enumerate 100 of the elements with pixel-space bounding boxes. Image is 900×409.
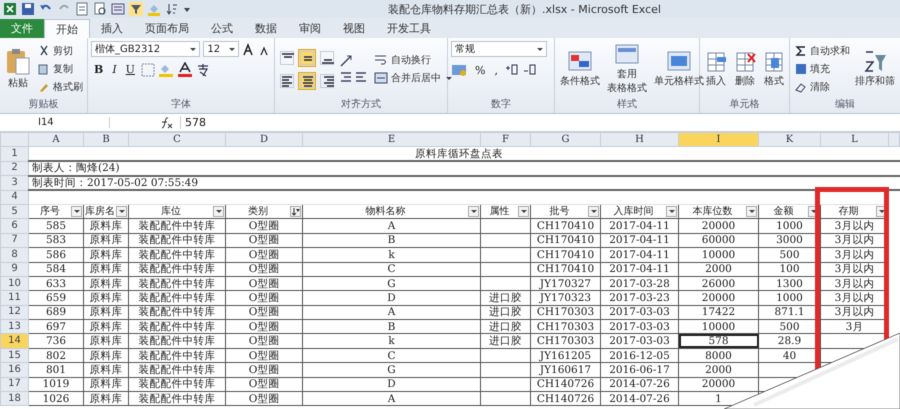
font-size-field[interactable]: 12 — [203, 41, 240, 57]
ribbon-tab[interactable]: 开发工具 — [376, 19, 442, 38]
table-cell: k — [302, 334, 480, 348]
table-cell: O型圈 — [226, 392, 302, 406]
row-header[interactable]: 6 — [0, 218, 28, 234]
editing-button[interactable]: 填充 — [793, 61, 852, 77]
table-cell: CH170410 — [530, 262, 600, 276]
row-header[interactable]: 4 — [0, 190, 28, 204]
column-header: 属性 — [490, 206, 510, 218]
row-header[interactable]: 11 — [0, 290, 28, 306]
table-cell: C — [302, 262, 480, 276]
merge-center-button[interactable]: 合并后居中 — [372, 70, 454, 86]
column-letter[interactable]: A — [28, 132, 84, 147]
table-cell: 装配配件中转库 — [128, 320, 226, 334]
editing-button[interactable]: 自动求和 — [793, 43, 852, 59]
file-tab[interactable]: 文件 — [0, 19, 44, 38]
paste-button[interactable]: 粘贴 — [3, 47, 33, 91]
row-header[interactable]: 8 — [0, 248, 28, 262]
ribbon-tab[interactable]: 页面布局 — [134, 19, 200, 38]
group-label: 字体 — [171, 98, 191, 112]
cells-button[interactable]: 删除 — [732, 49, 758, 89]
formula-field[interactable]: 578 — [180, 116, 900, 129]
column-header: 本库位数 — [692, 206, 732, 218]
row-header[interactable]: 3 — [0, 176, 28, 190]
style-button[interactable]: 条件格式 — [558, 49, 602, 89]
row-header[interactable]: 13 — [0, 320, 28, 334]
column-letter[interactable]: F — [480, 132, 530, 147]
table-cell: 2017-03-28 — [600, 276, 678, 291]
info-text: 制表人：陶烽(24) — [32, 162, 120, 174]
table-cell: 2016-06-17 — [600, 362, 678, 378]
table-cell: 原料库 — [84, 334, 128, 348]
editing-button[interactable]: 清除 — [793, 79, 852, 95]
column-header: 库位 — [161, 206, 181, 218]
underline-button[interactable]: U — [122, 63, 138, 76]
column-letter[interactable]: K — [758, 132, 820, 147]
clipboard-button[interactable]: 复制 — [36, 61, 85, 77]
column-letter[interactable]: I — [678, 132, 758, 147]
column-letter[interactable]: D — [226, 132, 302, 147]
row-header[interactable]: 12 — [0, 305, 28, 320]
number-format-field[interactable]: 常规 — [451, 41, 547, 57]
table-cell: D — [302, 290, 480, 306]
table-cell: 2000 — [678, 262, 758, 276]
bold-button[interactable]: B — [91, 63, 106, 76]
row-header[interactable]: 17 — [0, 377, 28, 392]
row-header[interactable]: 2 — [0, 161, 28, 176]
table-cell: 原料库 — [84, 348, 128, 363]
row-header[interactable]: 10 — [0, 276, 28, 291]
row-header[interactable]: 7 — [0, 233, 28, 248]
group-label: 对齐方式 — [341, 98, 381, 112]
table-cell: JY170323 — [530, 290, 600, 306]
table-cell: 2017-03-03 — [600, 320, 678, 334]
column-letter[interactable]: E — [302, 132, 480, 147]
table-cell: 2017-03-03 — [600, 305, 678, 320]
ribbon-tab[interactable]: 插入 — [90, 19, 134, 38]
table-cell: 原料库 — [84, 320, 128, 334]
wrap-text-button[interactable]: 自动换行 — [372, 52, 454, 68]
table-cell: 原料库 — [84, 276, 128, 291]
column-letter[interactable]: B — [84, 132, 128, 147]
table-cell: CH170303 — [530, 305, 600, 320]
table-cell: 2017-04-11 — [600, 218, 678, 234]
cells-button[interactable]: 插入 — [703, 49, 729, 89]
table-cell: 586 — [28, 248, 84, 262]
row-header[interactable]: 16 — [0, 362, 28, 378]
ribbon-tab[interactable]: 审阅 — [288, 19, 332, 38]
clipboard-button[interactable]: 剪切 — [36, 43, 85, 59]
column-letter[interactable]: H — [600, 132, 678, 147]
window-title: 装配仓库物料存期汇总表（新）.xlsx - Microsoft Excel — [388, 2, 661, 17]
table-cell: O型圈 — [226, 233, 302, 248]
row-header[interactable]: 14 — [0, 334, 28, 348]
ribbon-tab[interactable]: 视图 — [332, 19, 376, 38]
italic-button[interactable]: I — [109, 63, 120, 76]
column-letter[interactable]: G — [530, 132, 600, 147]
percent-button[interactable]: % — [472, 64, 488, 76]
style-button[interactable]: 单元格样式 — [652, 49, 706, 89]
row-header[interactable]: 5 — [0, 204, 28, 219]
table-cell: 进口胶 — [480, 290, 530, 306]
ribbon-tab[interactable]: 公式 — [200, 19, 244, 38]
table-cell: 2017-03-03 — [600, 334, 678, 348]
name-box[interactable]: I14 — [0, 117, 110, 128]
clipboard-button[interactable]: 格式刷 — [36, 79, 85, 95]
ribbon-tab[interactable]: 开始 — [44, 19, 90, 38]
table-cell: 装配配件中转库 — [128, 334, 226, 348]
comma-button[interactable]: , — [491, 64, 501, 76]
table-cell: O型圈 — [226, 248, 302, 262]
font-family-field[interactable]: 楷体_GB2312 — [91, 41, 200, 57]
table-cell: 装配配件中转库 — [128, 305, 226, 320]
table-cell: 装配配件中转库 — [128, 262, 226, 276]
table-cell: O型圈 — [226, 362, 302, 378]
style-button[interactable]: 套用 表格格式 — [605, 42, 649, 96]
sort-filter-button[interactable]: 排序和筛 — [855, 49, 895, 89]
cells-button[interactable]: 格式 — [761, 49, 787, 89]
row-header[interactable]: 18 — [0, 392, 28, 406]
row-header[interactable]: 9 — [0, 262, 28, 276]
column-header: 类别 — [248, 206, 268, 218]
row-header[interactable]: 15 — [0, 348, 28, 363]
table-cell: 原料库 — [84, 305, 128, 320]
column-letter[interactable]: L — [820, 132, 888, 147]
column-letter[interactable]: C — [128, 132, 226, 147]
ribbon-tab[interactable]: 数据 — [244, 19, 288, 38]
row-header[interactable]: 1 — [0, 146, 28, 162]
